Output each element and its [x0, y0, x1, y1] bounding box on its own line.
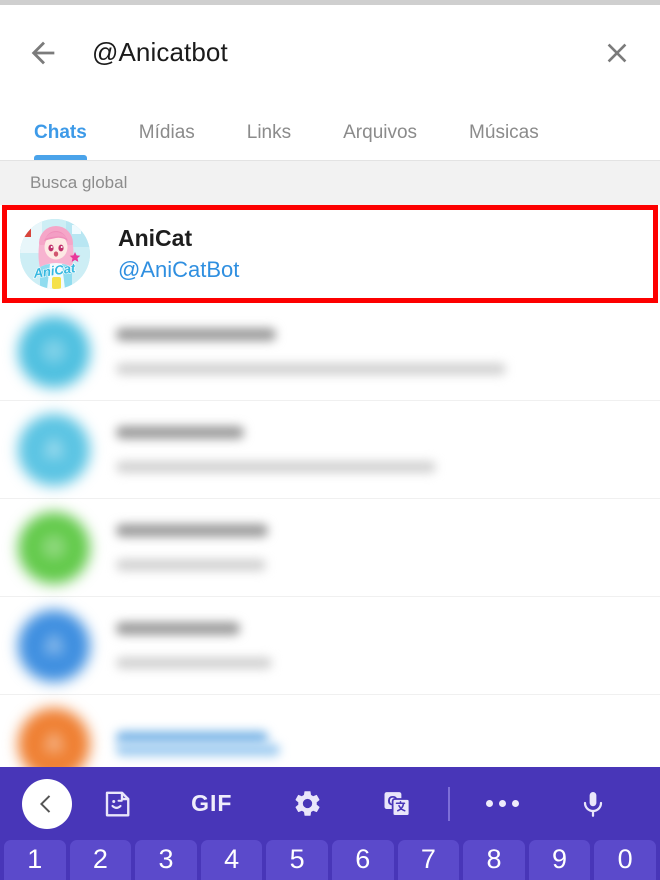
avatar: O	[18, 511, 90, 584]
arrow-left-icon	[31, 41, 55, 64]
search-result-text: AniCat @AniCatBot	[118, 224, 239, 284]
gif-button[interactable]: GIF	[161, 779, 262, 829]
key-6[interactable]: 6	[331, 840, 394, 880]
key-9[interactable]: 9	[528, 840, 591, 880]
global-search-section-header: Busca global	[0, 161, 660, 205]
back-button[interactable]	[20, 30, 66, 76]
list-item-text	[116, 524, 660, 571]
on-screen-keyboard: GIF G	[0, 767, 660, 880]
result-username: @AniCatBot	[118, 256, 240, 282]
key-5[interactable]: 5	[266, 840, 328, 880]
keyboard-settings-button[interactable]	[262, 779, 352, 829]
toolbar-divider	[448, 786, 451, 821]
sticker-button[interactable]	[72, 779, 161, 829]
redacted-title	[116, 426, 244, 439]
tab-arquivos-label: Arquivos	[343, 122, 418, 143]
more-options-icon	[485, 800, 519, 807]
tab-chats[interactable]: Chats	[34, 122, 87, 160]
tab-arquivos[interactable]: Arquivos	[343, 122, 417, 160]
key-8[interactable]: 8	[463, 840, 525, 880]
back-chevron-icon	[40, 794, 51, 813]
anicat-bot-avatar: AniCat	[20, 219, 90, 289]
search-result-anicat[interactable]: AniCat AniCat @AniCatBot	[0, 205, 660, 303]
list-item-text	[116, 731, 660, 756]
global-search-label: Busca global	[30, 173, 128, 192]
more-options-button[interactable]	[456, 779, 548, 829]
key-4[interactable]: 4	[200, 840, 263, 880]
search-input[interactable]: @Anicatbot	[92, 37, 594, 68]
tab-links-label: Links	[246, 122, 292, 143]
key-1[interactable]: 1	[4, 840, 66, 880]
redacted-title	[116, 622, 240, 635]
list-item[interactable]: A	[0, 597, 660, 695]
list-item-text	[116, 328, 660, 375]
keyboard-number-row: 1 2 3 4 5 6 7 8 9 0	[0, 840, 660, 880]
redacted-title	[116, 328, 276, 341]
tab-midias[interactable]: Mídias	[139, 122, 195, 160]
avatar: O	[18, 315, 90, 388]
list-item-text	[116, 622, 660, 669]
gear-icon	[295, 791, 320, 816]
clear-search-button[interactable]	[594, 30, 640, 76]
list-item[interactable]: A	[0, 401, 660, 499]
redacted-title	[116, 524, 268, 537]
search-filter-tabs: Chats Mídias Links Arquivos Músicas	[0, 100, 660, 160]
avatar-image: AniCat	[20, 219, 90, 289]
key-7[interactable]: 7	[397, 840, 460, 880]
tab-chats-label: Chats	[34, 122, 87, 143]
search-result-container: AniCat AniCat @AniCatBot	[0, 205, 660, 303]
key-2[interactable]: 2	[69, 840, 132, 880]
redacted-title	[116, 731, 268, 744]
redacted-subtitle	[116, 657, 272, 669]
voice-input-button[interactable]	[549, 779, 638, 829]
search-header: @Anicatbot	[0, 5, 660, 100]
telegram-search-screen: @Anicatbot Chats Mídias Links Arquivos M…	[0, 0, 660, 880]
tab-musicas[interactable]: Músicas	[469, 122, 539, 160]
google-translate-icon: G	[384, 791, 411, 817]
list-item[interactable]: O	[0, 303, 660, 401]
redacted-subtitle	[116, 744, 280, 756]
keyboard-toolbar: GIF G	[0, 767, 660, 840]
key-0[interactable]: 0	[594, 840, 656, 880]
tab-links[interactable]: Links	[247, 122, 291, 160]
close-icon	[607, 43, 627, 62]
sticker-icon	[105, 791, 130, 816]
result-title: AniCat	[118, 224, 193, 251]
avatar: A	[18, 609, 90, 682]
redacted-subtitle	[116, 559, 266, 571]
redacted-subtitle	[116, 461, 436, 473]
avatar: A	[18, 413, 90, 486]
list-item[interactable]: O	[0, 499, 660, 597]
keyboard-back-button[interactable]	[22, 778, 72, 829]
redacted-subtitle	[116, 363, 506, 375]
gif-label: GIF	[191, 790, 233, 816]
tab-musicas-label: Músicas	[469, 122, 539, 143]
list-item-text	[116, 426, 660, 473]
key-3[interactable]: 3	[135, 840, 197, 880]
microphone-icon	[584, 791, 603, 817]
google-translate-button[interactable]: G	[353, 779, 442, 829]
chat-list: O A O A A	[0, 303, 660, 793]
tab-midias-label: Mídias	[138, 122, 195, 143]
